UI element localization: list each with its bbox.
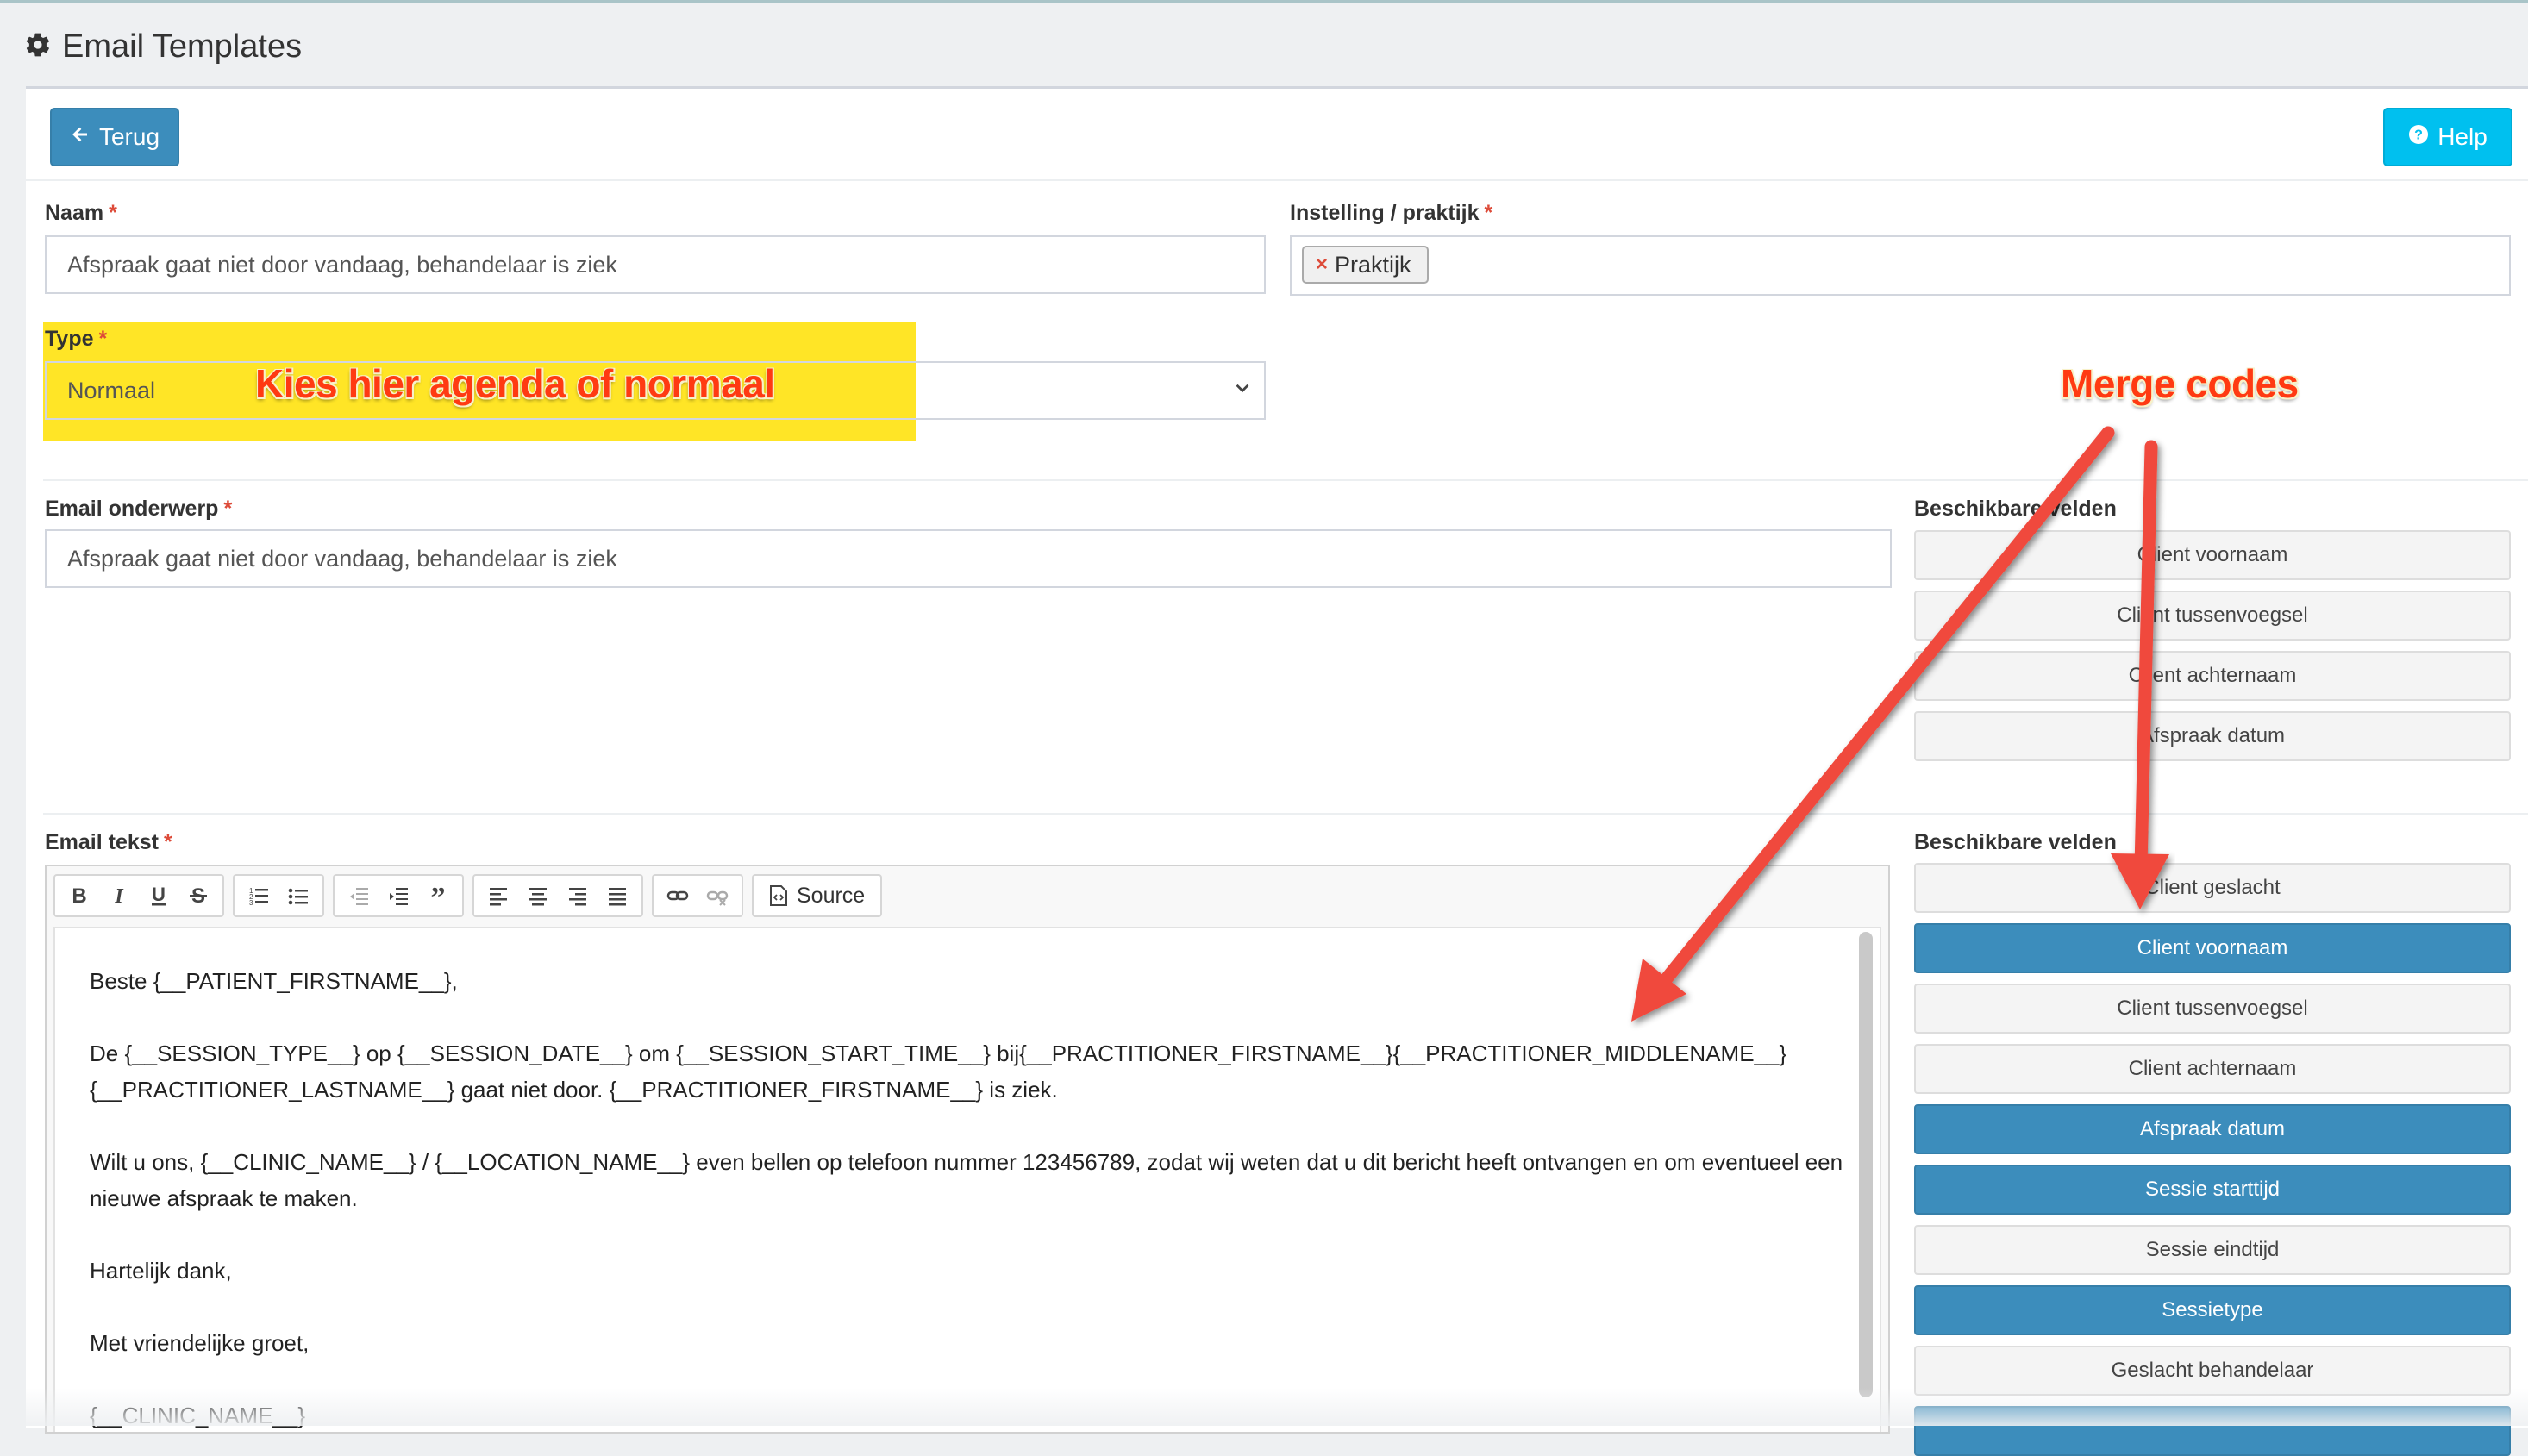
email-paragraph: Wilt u ons, {__CLINIC_NAME__} / {__LOCAT… (90, 1149, 1843, 1211)
email-paragraph: Beste {__PATIENT_FIRSTNAME__}, (90, 968, 458, 994)
section-divider (43, 479, 2528, 481)
institution-label: Instelling / praktijk * (1290, 201, 1493, 225)
svg-text:3: 3 (249, 899, 253, 907)
subject-input-value: Afspraak gaat niet door vandaag, behande… (67, 545, 617, 572)
source-button-label: Source (797, 883, 866, 908)
name-label: Naam * (45, 201, 117, 225)
arrow-left-icon (70, 123, 91, 151)
page-title: Email Templates (24, 24, 302, 69)
name-input[interactable]: Afspraak gaat niet door vandaag, behande… (45, 235, 1266, 294)
help-button-label: Help (2437, 123, 2487, 150)
institution-tag[interactable]: × Praktijk (1302, 246, 1429, 284)
merge-field-button[interactable]: Afspraak datum (1914, 711, 2511, 761)
merge-field-button[interactable]: Client geslacht (1914, 863, 2511, 913)
required-marker: * (1484, 201, 1493, 225)
back-button[interactable]: Terug (50, 108, 179, 166)
annotation-type-hint: Kies hier agenda of normaal (255, 361, 775, 406)
source-button[interactable]: Source (759, 877, 875, 915)
blockquote-icon[interactable]: ” (419, 877, 457, 915)
section-divider (43, 813, 2528, 815)
annotation-merge-codes: Merge codes (2061, 361, 2299, 406)
body-label: Email tekst * (45, 830, 172, 854)
unlink-icon[interactable] (698, 877, 736, 915)
align-justify-icon[interactable] (598, 877, 636, 915)
subject-input[interactable]: Afspraak gaat niet door vandaag, behande… (45, 529, 1892, 588)
institution-select[interactable]: × Praktijk (1290, 235, 2511, 296)
merge-field-button[interactable]: Client tussenvoegsel (1914, 591, 2511, 641)
email-body-text: Beste {__PATIENT_FIRSTNAME__}, De {__SESS… (90, 963, 1849, 1432)
merge-field-button[interactable]: Client voornaam (1914, 530, 2511, 580)
toolbar-group-indent: ” (333, 874, 464, 917)
svg-text:”: ” (431, 884, 446, 907)
name-input-value: Afspraak gaat niet door vandaag, behande… (67, 251, 617, 278)
toolbar-group-basic: B I U S (53, 874, 224, 917)
subject-fields-title: Beschikbare velden (1914, 497, 2117, 521)
back-button-label: Terug (98, 123, 160, 150)
email-paragraph: Met vriendelijke groet, (90, 1330, 310, 1356)
chevron-down-icon (1233, 378, 1252, 404)
question-circle-icon: ? (2408, 123, 2429, 151)
merge-field-button[interactable]: Geslacht behandelaar (1914, 1346, 2511, 1396)
required-marker: * (109, 201, 117, 225)
email-paragraph: De {__SESSION_TYPE__} op {__SESSION_DATE… (90, 1040, 1787, 1103)
required-marker: * (223, 497, 233, 521)
toolbar-group-links (652, 874, 743, 917)
email-paragraph: Hartelijk dank, (90, 1258, 232, 1284)
merge-field-button[interactable]: Client achternaam (1914, 651, 2511, 701)
page-title-text: Email Templates (62, 28, 303, 65)
toolbar-group-align (472, 874, 643, 917)
required-marker: * (98, 327, 108, 351)
svg-text:?: ? (2414, 128, 2423, 143)
editor-content-area[interactable]: Beste {__PATIENT_FIRSTNAME__}, De {__SESS… (53, 927, 1881, 1432)
editor-toolbar: B I U S 123 ” Source (47, 866, 1888, 925)
toolbar-group-source: Source (752, 874, 883, 917)
svg-text:I: I (114, 885, 124, 907)
required-marker: * (164, 830, 172, 854)
remove-tag-icon[interactable]: × (1316, 253, 1328, 277)
body-fields-title: Beschikbare velden (1914, 830, 2117, 854)
editor-scrollbar[interactable] (1859, 932, 1873, 1397)
rich-text-editor: B I U S 123 ” Source Beste {__PATIENT_FI… (45, 865, 1890, 1434)
subject-label: Email onderwerp * (45, 497, 233, 521)
merge-field-button[interactable]: Sessietype (1914, 1285, 2511, 1335)
bold-icon[interactable]: B (60, 877, 98, 915)
card-header (26, 89, 2528, 181)
merge-field-button[interactable]: Sessie eindtijd (1914, 1225, 2511, 1275)
link-icon[interactable] (659, 877, 697, 915)
italic-icon[interactable]: I (100, 877, 138, 915)
outdent-icon[interactable] (340, 877, 378, 915)
svg-text:U: U (152, 884, 166, 905)
email-paragraph: {__CLINIC_NAME__} (90, 1403, 306, 1428)
template-form-card: Terug ? Help Naam * Afspraak gaat niet do… (26, 86, 2528, 1456)
merge-field-button[interactable]: Client voornaam (1914, 923, 2511, 973)
strikethrough-icon[interactable]: S (179, 877, 217, 915)
merge-field-button[interactable]: Sessie starttijd (1914, 1165, 2511, 1215)
merge-field-button[interactable]: Client tussenvoegsel (1914, 984, 2511, 1034)
help-button[interactable]: ? Help (2383, 108, 2512, 166)
type-label: Type * (45, 327, 108, 351)
align-center-icon[interactable] (519, 877, 557, 915)
toolbar-group-lists: 123 (233, 874, 324, 917)
bullet-list-icon[interactable] (279, 877, 317, 915)
gear-icon (24, 31, 52, 63)
svg-text:B: B (72, 884, 86, 907)
indent-icon[interactable] (379, 877, 417, 915)
merge-field-button[interactable]: Client achternaam (1914, 1044, 2511, 1094)
align-left-icon[interactable] (479, 877, 517, 915)
align-right-icon[interactable] (559, 877, 597, 915)
type-select-value: Normaal (67, 377, 156, 403)
top-border (0, 0, 2528, 3)
institution-tag-label: Praktijk (1335, 251, 1411, 278)
source-icon (769, 884, 788, 907)
merge-field-button[interactable]: Afspraak datum (1914, 1104, 2511, 1154)
merge-field-button[interactable] (1914, 1406, 2511, 1456)
numbered-list-icon[interactable]: 123 (240, 877, 278, 915)
underline-icon[interactable]: U (140, 877, 178, 915)
